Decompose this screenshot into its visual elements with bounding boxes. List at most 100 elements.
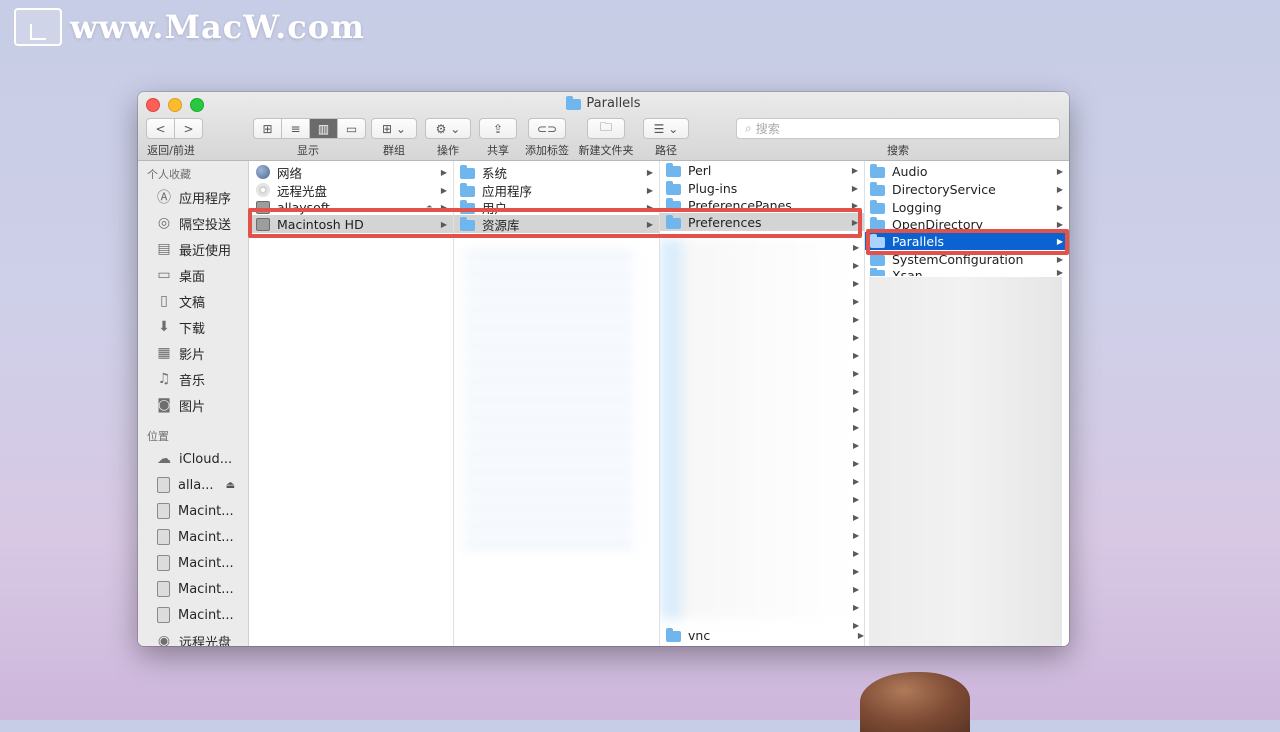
disk-icon [157,529,170,545]
action-button[interactable]: ⚙ ⌄ [425,118,471,139]
item-label: Audio [892,163,928,179]
sidebar-item-downloads[interactable]: ⬇ 下载 [138,314,248,340]
disk-icon [157,503,170,519]
item-label: Perl [688,162,712,178]
list-item-vnc[interactable]: vnc ▶ [660,626,864,644]
chevron-right-icon: ▶ [853,297,860,306]
sidebar-item-documents[interactable]: ▯ 文稿 [138,288,248,314]
chevron-right-icon: ▶ [1056,202,1063,212]
sidebar-item-label: Macint... [178,555,234,571]
item-label: Xsan [892,268,923,276]
disk-icon [157,581,170,597]
folder-icon [460,182,475,197]
sidebar-item-macintosh-2[interactable]: Macint... [138,524,248,550]
list-item-applications[interactable]: 应用程序 ▶ [454,181,659,199]
list-item-plug-ins[interactable]: Plug-ins ▶ [660,179,864,197]
chevron-right-icon: ▶ [853,585,860,594]
chevron-right-icon: ▶ [646,185,653,195]
favorites-header: 个人收藏 [147,168,191,181]
new-folder-button[interactable]: 🗀 [587,118,625,139]
globe-icon [256,165,270,179]
sidebar-item-macintosh-5[interactable]: Macint... [138,602,248,628]
group-button[interactable]: ⊞ ⌄ [371,118,417,139]
nav-buttons: < > [146,118,203,139]
chevron-right-icon: ▶ [1056,254,1063,264]
item-label: 远程光盘 [277,183,328,199]
applications-icon: Ⓐ [157,190,171,206]
search-field[interactable]: ⌕ 搜索 [736,118,1060,139]
folder-icon [666,627,681,642]
disk-icon [157,477,170,493]
chevron-right-icon: ▶ [853,279,860,288]
tag-button[interactable]: ⊂⊃ [528,118,566,139]
sidebar-item-music[interactable]: ♫ 音乐 [138,366,248,392]
window-title-text: Parallels [586,96,641,111]
sidebar-item-label: 音乐 [179,373,206,389]
folder-icon [870,251,885,266]
list-item-remote-disc[interactable]: 远程光盘 ▶ [249,181,453,199]
path-button[interactable]: ☰ ⌄ [643,118,689,139]
sidebar-item-icloud[interactable]: ☁ iCloud... [138,446,248,472]
list-item-directoryservice[interactable]: DirectoryService ▶ [865,180,1069,198]
sidebar-item-macintosh-3[interactable]: Macint... [138,550,248,576]
item-label: 网络 [277,165,303,181]
list-item-network[interactable]: 网络 ▶ [249,163,453,181]
sidebar-item-recents[interactable]: ▤ 最近使用 [138,236,248,262]
sidebar-item-label: 文稿 [179,295,206,311]
chevron-right-icon: ▶ [853,387,860,396]
highlight-box-parallels [866,229,1069,255]
macw-logo-icon [14,8,62,46]
sidebar-item-remote-disc[interactable]: ◉ 远程光盘 [138,628,248,646]
sidebar-item-desktop[interactable]: ▭ 桌面 [138,262,248,288]
chevron-right-icon: ▶ [853,261,860,270]
sidebar-item-label: alla... [178,477,214,493]
share-button[interactable]: ⇪ [479,118,517,139]
column-view-button[interactable]: ▥ [310,119,338,138]
icon-view-button[interactable]: ⊞ [254,119,282,138]
folder-icon [870,163,885,178]
back-button[interactable]: < [147,119,175,138]
group-label: 群组 [383,144,405,157]
gallery-view-button[interactable]: ▭ [338,119,365,138]
sidebar-item-label: 隔空投送 [179,217,232,233]
pictures-icon: ◙ [157,397,171,413]
sidebar-item-macintosh-4[interactable]: Macint... [138,576,248,602]
folder-icon [870,199,885,214]
sidebar-item-label: 远程光盘 [179,635,232,647]
chevron-right-icon: ▶ [853,621,860,630]
item-label: 系统 [482,165,508,181]
sidebar-item-alla[interactable]: alla... ⏏ [138,472,248,498]
sidebar-item-movies[interactable]: ▦ 影片 [138,340,248,366]
forward-button[interactable]: > [175,119,202,138]
chevron-right-icon: ▶ [853,333,860,342]
folder-icon [870,181,885,196]
list-view-button[interactable]: ≡ [282,119,310,138]
sidebar-item-label: Macint... [178,607,234,623]
recents-icon: ▤ [157,241,171,257]
sidebar-item-pictures[interactable]: ◙ 图片 [138,392,248,418]
sidebar-item-macintosh-1[interactable]: Macint... [138,498,248,524]
share-label: 共享 [487,144,509,157]
list-item-xsan[interactable]: Xsan ▶ [865,268,1069,276]
cd-icon [256,183,270,197]
item-label: vnc [688,627,711,643]
remote-disc-icon: ◉ [157,633,171,646]
list-item-perl[interactable]: Perl ▶ [660,161,864,179]
list-item-system[interactable]: 系统 ▶ [454,163,659,181]
list-item-logging[interactable]: Logging ▶ [865,198,1069,216]
eject-icon[interactable]: ⏏ [226,480,235,491]
sidebar-item-applications[interactable]: Ⓐ 应用程序 [138,184,248,210]
chevron-right-icon: ▶ [440,167,447,177]
music-icon: ♫ [157,371,171,387]
blurred-content [464,251,634,551]
list-item-audio[interactable]: Audio ▶ [865,162,1069,180]
sidebar-item-label: Macint... [178,529,234,545]
sidebar-item-label: 应用程序 [179,191,232,207]
chevron-right-icon: ▶ [1056,268,1063,276]
sidebar-item-label: Macint... [178,503,234,519]
item-label: Plug-ins [688,180,738,196]
nav-label: 返回/前进 [147,144,195,157]
sidebar: 个人收藏 Ⓐ 应用程序 ◎ 隔空投送 ▤ 最近使用 ▭ 桌面 ▯ 文稿 ⬇ 下载 ▦ 影片 ♫… [138,161,249,646]
chevron-right-icon: ▶ [1056,166,1063,176]
sidebar-item-airdrop[interactable]: ◎ 隔空投送 [138,210,248,236]
